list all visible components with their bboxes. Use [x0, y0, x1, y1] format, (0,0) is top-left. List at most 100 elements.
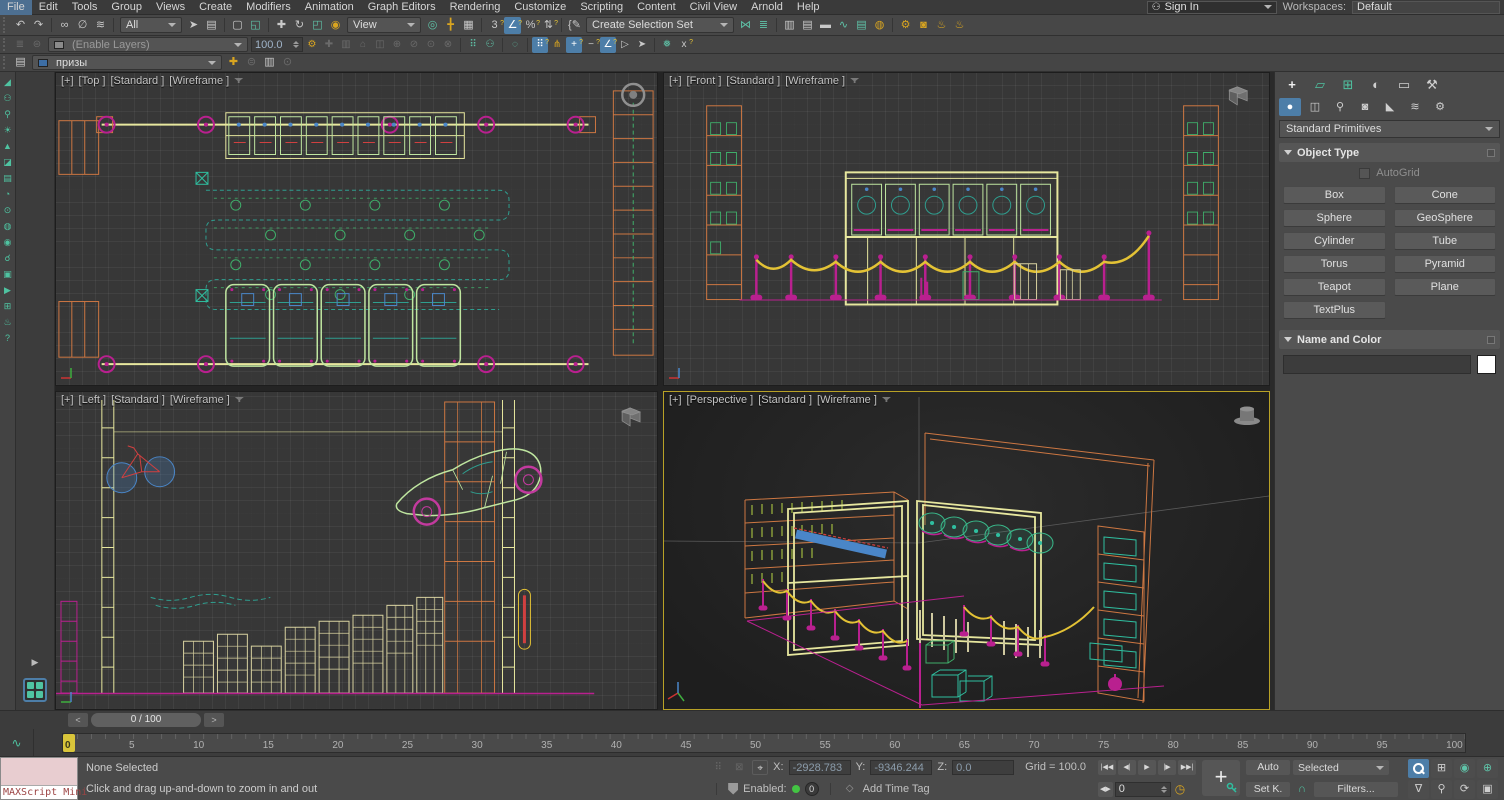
- menu-item[interactable]: Edit: [32, 0, 65, 15]
- previous-frame-scrub-button[interactable]: <: [68, 713, 88, 727]
- category-shapes-icon[interactable]: ◫: [1304, 98, 1326, 116]
- window-crossing-icon[interactable]: ◱: [247, 17, 264, 34]
- pan-walk-icon[interactable]: ⚲: [1431, 780, 1452, 799]
- sphere-tool-icon[interactable]: ◍: [1, 220, 14, 233]
- bell-tool-icon[interactable]: ◔: [1, 188, 14, 201]
- cone-tool-icon[interactable]: ▲: [1, 140, 14, 153]
- snaps-toggle-icon[interactable]: ⠿: [532, 37, 548, 53]
- spinner-arrows-icon[interactable]: [293, 41, 299, 48]
- object-type-button[interactable]: Pyramid: [1394, 255, 1497, 273]
- menu-item[interactable]: Group: [104, 0, 149, 15]
- select-and-rotate-icon[interactable]: ↻: [291, 17, 308, 34]
- menu-item[interactable]: Graph Editors: [361, 0, 443, 15]
- menu-item[interactable]: Scripting: [573, 0, 630, 15]
- spinner-snap-icon[interactable]: ⇅: [540, 17, 557, 34]
- auto-key-button[interactable]: Auto: [1246, 760, 1290, 775]
- menu-item[interactable]: Animation: [298, 0, 361, 15]
- align-icon[interactable]: ≣: [755, 17, 772, 34]
- go-to-end-button[interactable]: ▶▶|: [1178, 760, 1196, 775]
- zoom-region-icon[interactable]: ∇: [1408, 780, 1429, 799]
- play-tool-icon[interactable]: ▶: [1, 284, 14, 297]
- menu-item[interactable]: Customize: [507, 0, 573, 15]
- menu-item[interactable]: File: [0, 0, 32, 15]
- select-object-icon[interactable]: ➤: [185, 17, 202, 34]
- viewport-style-menu[interactable]: [Standard ]: [110, 75, 164, 87]
- viewport-left[interactable]: [+] [Left ] [Standard ] [Wireframe ]: [55, 391, 658, 710]
- object-type-button[interactable]: TextPlus: [1283, 301, 1386, 319]
- viewport-name-menu[interactable]: [Perspective ]: [687, 394, 754, 406]
- select-objects-in-layer-icon[interactable]: ▥: [338, 37, 354, 53]
- key-filters-button[interactable]: Filters...: [1314, 782, 1398, 797]
- tab-create-icon[interactable]: +: [1279, 75, 1305, 95]
- viewport-style-menu[interactable]: [Standard ]: [726, 75, 780, 87]
- toolbar-grip[interactable]: [3, 38, 8, 52]
- copy-layer-icon[interactable]: ◫: [372, 37, 388, 53]
- menu-item[interactable]: Modifiers: [239, 0, 298, 15]
- freeze-layer-icon[interactable]: ⊙: [423, 37, 439, 53]
- scene-layer-list-icon[interactable]: ▤: [12, 54, 29, 71]
- toggle-layer-explorer-icon[interactable]: ▤: [799, 17, 816, 34]
- workspace-dropdown[interactable]: Default: [1352, 1, 1500, 14]
- timeline-ruler[interactable]: 0510152025303540455055606570758085909510…: [62, 733, 1466, 753]
- select-and-manipulate-icon[interactable]: ╋: [442, 17, 459, 34]
- category-cameras-icon[interactable]: ◙: [1354, 98, 1376, 116]
- toolbar-grip[interactable]: [3, 17, 8, 33]
- menu-item[interactable]: Views: [149, 0, 192, 15]
- isolate-selection-icon[interactable]: ⠿: [465, 37, 481, 53]
- per-view-filter-icon[interactable]: [850, 78, 859, 83]
- object-color-swatch[interactable]: [1477, 355, 1496, 374]
- snap-25d-icon[interactable]: +: [566, 37, 582, 53]
- set-key-button[interactable]: Set K.: [1246, 782, 1290, 797]
- layer-settings-icon[interactable]: ⚙: [304, 37, 320, 53]
- keyboard-shortcut-override-icon[interactable]: ▦: [460, 17, 477, 34]
- time-configuration-icon[interactable]: ◷: [1175, 782, 1185, 796]
- mini-curve-editor-button[interactable]: ∿: [0, 729, 34, 756]
- select-by-name-icon[interactable]: ▤: [203, 17, 220, 34]
- viewport-style-menu[interactable]: [Standard ]: [111, 394, 165, 406]
- object-type-button[interactable]: GeoSphere: [1394, 209, 1497, 227]
- tab-display-icon[interactable]: ▭: [1391, 75, 1417, 95]
- edit-named-selection-sets-icon[interactable]: {✎: [566, 17, 583, 34]
- light-tool-icon[interactable]: ⚲: [1, 108, 14, 121]
- sign-in-dropdown[interactable]: ⚇ Sign In: [1147, 1, 1277, 14]
- viewport-menu-plus[interactable]: [+]: [669, 75, 682, 87]
- snap-toggle-3d-icon[interactable]: 3: [486, 17, 503, 34]
- viewport-name-menu[interactable]: [Front ]: [687, 75, 722, 87]
- layout-flyout-arrow[interactable]: ▶: [32, 657, 39, 668]
- viewport-left-canvas[interactable]: [56, 392, 657, 709]
- viewport-perspective[interactable]: [+] [Perspective ] [Standard ] [Wirefram…: [663, 391, 1270, 710]
- percent-snap-icon[interactable]: %: [522, 17, 539, 34]
- snap-select-icon[interactable]: ▷: [617, 37, 633, 53]
- category-geometry-icon[interactable]: ●: [1279, 98, 1301, 116]
- dope-sheet-icon[interactable]: ▤: [853, 17, 870, 34]
- slate-material-editor-icon[interactable]: ◍: [871, 17, 888, 34]
- viewport-layout-tab[interactable]: [23, 678, 47, 702]
- list-tool-icon[interactable]: ▤: [1, 172, 14, 185]
- selection-filter-dropdown[interactable]: All: [120, 17, 182, 33]
- add-time-tag[interactable]: Add Time Tag: [863, 783, 930, 795]
- characters-tool-icon[interactable]: ⚇: [1, 92, 14, 105]
- grid-tool-icon[interactable]: ⊞: [1, 300, 14, 313]
- object-type-button[interactable]: Cone: [1394, 186, 1497, 204]
- teapot-tool-icon[interactable]: ♨: [1, 316, 14, 329]
- key-steps-badge[interactable]: 0: [805, 782, 819, 796]
- next-frame-button[interactable]: |▶: [1158, 760, 1176, 775]
- toolbar-grip[interactable]: [3, 56, 8, 70]
- zoom-extents-all-icon[interactable]: ⊕: [1477, 759, 1498, 778]
- current-frame-field[interactable]: 0: [1115, 782, 1171, 797]
- render-setup-icon[interactable]: ⚙: [897, 17, 914, 34]
- layer-properties-icon[interactable]: ⊗: [440, 37, 456, 53]
- curve-editor-icon[interactable]: ∿: [835, 17, 852, 34]
- viewport-style-menu[interactable]: [Standard ]: [758, 394, 812, 406]
- freeze-transform-icon[interactable]: ❅: [659, 37, 675, 53]
- enable-layers-dropdown[interactable]: (Enable Layers): [48, 37, 248, 52]
- current-frame-indicator[interactable]: 0 / 100: [91, 713, 201, 727]
- maximize-viewport-icon[interactable]: ▣: [1477, 780, 1498, 799]
- tab-hierarchy-icon[interactable]: ⊞: [1335, 75, 1361, 95]
- camera-tool-icon[interactable]: ◪: [1, 156, 14, 169]
- ring-tool-icon[interactable]: ⊙: [1, 204, 14, 217]
- orbit-icon[interactable]: ⟳: [1454, 780, 1475, 799]
- autogrid-checkbox[interactable]: [1359, 168, 1370, 179]
- next-frame-scrub-button[interactable]: >: [204, 713, 224, 727]
- maxscript-mini-listener[interactable]: MAXScript Mini: [0, 757, 78, 800]
